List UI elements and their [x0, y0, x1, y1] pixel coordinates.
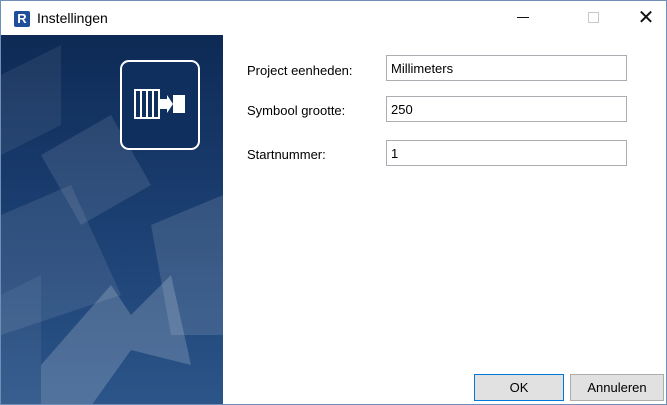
maximize-icon: [587, 12, 599, 24]
minimize-button[interactable]: [500, 1, 546, 35]
maximize-button: [570, 1, 616, 35]
close-button[interactable]: ✕: [623, 1, 666, 35]
cancel-button[interactable]: Annuleren: [570, 374, 664, 401]
close-icon: ✕: [637, 7, 655, 29]
project-units-label: Project eenheden:: [247, 63, 353, 78]
ok-button[interactable]: OK: [474, 374, 564, 401]
product-logo-icon: [120, 60, 200, 150]
minimize-icon: [517, 17, 529, 19]
project-units-field[interactable]: [386, 55, 627, 81]
side-banner: [1, 35, 223, 404]
title-bar: R Instellingen ✕: [1, 1, 666, 35]
start-number-label: Startnummer:: [247, 147, 326, 162]
banner-graphic: [1, 45, 223, 404]
symbol-size-field[interactable]: [386, 96, 627, 122]
banner-shape: [1, 45, 61, 155]
revit-app-icon: R: [14, 11, 30, 27]
start-number-field[interactable]: [386, 140, 627, 166]
symbol-size-label: Symbool grootte:: [247, 103, 346, 118]
settings-dialog: R Instellingen ✕ Project eenheden: Milli…: [0, 0, 667, 405]
window-title: Instellingen: [37, 10, 108, 26]
banner-shape: [1, 275, 41, 404]
